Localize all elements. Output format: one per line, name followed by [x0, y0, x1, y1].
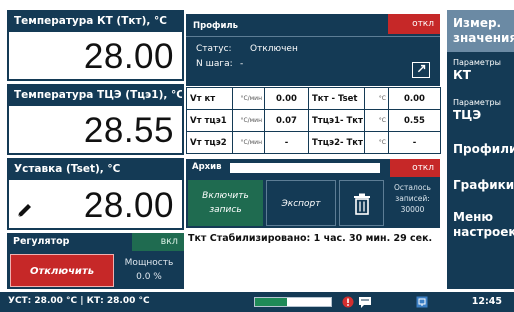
kt-temperature-value: 28.00 — [83, 37, 174, 76]
power-value: 0.0 % — [136, 272, 162, 282]
table-row: Vт тцэ2 °C/мин - Ттцэ2- Ткт °C - — [186, 131, 441, 154]
kt-temperature-title: Температура КТ (Ткт), °C — [9, 12, 182, 32]
remaining-records: Осталось записей: 30000 — [387, 180, 438, 226]
diff-value: - — [388, 131, 441, 154]
kt-temperature-panel: Температура КТ (Ткт), °C 28.00 — [7, 10, 184, 81]
table-row: Vт кт °C/мин 0.00 Ткт - Tset °C 0.00 — [186, 87, 441, 110]
menu-item-label: Графики — [453, 178, 514, 192]
delete-archive-button[interactable] — [339, 180, 384, 226]
regulator-disable-button[interactable]: Отключить — [10, 254, 114, 287]
message-icon[interactable] — [358, 296, 372, 308]
pencil-edit-icon[interactable] — [15, 202, 33, 220]
diff-value: 0.55 — [388, 109, 441, 132]
setpoint-title: Уставка (Tset), °C — [9, 160, 182, 180]
enable-recording-label-line1: Включить — [202, 191, 249, 201]
rate-name: Vт кт — [186, 87, 233, 110]
profile-step-label: N шага: — [196, 59, 233, 69]
status-text: УСТ: 28.00 °C | КТ: 28.00 °C — [8, 296, 150, 306]
menu-item-label: Профили — [453, 142, 514, 156]
tcz-temperature-panel: Температура ТЦЭ (Тцэ1), °C 28.55 — [7, 84, 184, 155]
side-menu: Измер. значения Параметры КТ Параметры Т… — [447, 10, 514, 289]
profile-status-label: Статус: — [196, 44, 232, 54]
menu-item-tcz-params[interactable]: Параметры ТЦЭ — [447, 98, 514, 136]
rate-name: Vт тцэ2 — [186, 131, 233, 154]
menu-item-charts[interactable]: Графики — [447, 178, 514, 208]
menu-item-label: настроек — [453, 225, 514, 239]
menu-item-label: ТЦЭ — [453, 108, 482, 122]
diff-unit: °C — [364, 131, 389, 154]
profile-title: Профиль — [193, 21, 239, 31]
status-progress-fill — [255, 298, 287, 306]
archive-panel: Архив откл Включить запись Экспорт Остал… — [186, 159, 440, 228]
rate-value: - — [264, 131, 309, 154]
setpoint-panel[interactable]: Уставка (Tset), °C 28.00 — [7, 158, 184, 230]
menu-item-profiles[interactable]: Профили — [447, 142, 514, 172]
power-label: Мощность — [124, 258, 174, 268]
rates-table: Vт кт °C/мин 0.00 Ткт - Tset °C 0.00 Vт … — [186, 87, 441, 154]
profile-panel: Профиль откл Статус: Отключен N шага: - — [186, 14, 440, 86]
table-row: Vт тцэ1 °C/мин 0.07 Ттцэ1- Ткт °C 0.55 — [186, 109, 441, 132]
rate-unit: °C/мин — [232, 87, 265, 110]
rate-value: 0.00 — [264, 87, 309, 110]
menu-item-sublabel: Параметры — [453, 98, 501, 107]
status-bar: УСТ: 28.00 °C | КТ: 28.00 °C 12:45 — [0, 292, 514, 312]
setpoint-value[interactable]: 28.00 — [84, 186, 174, 226]
export-button[interactable]: Экспорт — [266, 180, 336, 226]
archive-state-badge: откл — [390, 159, 440, 177]
stabilization-status: Ткт Стабилизировано: 1 час. 30 мин. 29 с… — [188, 233, 433, 244]
diff-unit: °C — [364, 87, 389, 110]
status-progress-bar — [254, 297, 332, 307]
enable-recording-button[interactable]: Включить запись — [188, 180, 263, 226]
archive-fill-bar — [230, 163, 380, 173]
diff-unit: °C — [364, 109, 389, 132]
diff-name: Ттцэ2- Ткт — [308, 131, 365, 154]
menu-item-label: КТ — [453, 68, 471, 82]
clock: 12:45 — [471, 296, 502, 307]
menu-item-settings[interactable]: Меню настроек — [447, 210, 514, 250]
diff-value: 0.00 — [388, 87, 441, 110]
menu-item-label: Измер. — [453, 16, 502, 30]
diff-name: Ттцэ1- Ткт — [308, 109, 365, 132]
menu-item-kt-params[interactable]: Параметры КТ — [447, 58, 514, 96]
menu-item-label: значения — [453, 31, 514, 45]
menu-item-label: Меню — [453, 210, 494, 224]
alert-icon[interactable] — [342, 296, 354, 308]
enable-recording-label-line2: запись — [209, 205, 242, 215]
profile-step-value: - — [240, 59, 244, 69]
network-icon[interactable] — [416, 296, 428, 308]
rate-unit: °C/мин — [232, 109, 265, 132]
profile-divider — [186, 36, 440, 37]
profile-status-value: Отключен — [250, 44, 298, 54]
tcz-temperature-title: Температура ТЦЭ (Тцэ1), °C — [9, 86, 182, 106]
rate-value: 0.07 — [264, 109, 309, 132]
menu-item-measured-values[interactable]: Измер. значения — [447, 10, 514, 52]
remaining-value: 30000 — [400, 205, 425, 214]
archive-title: Архив — [192, 162, 222, 172]
profile-state-badge: откл — [388, 14, 440, 34]
menu-item-sublabel: Параметры — [453, 58, 501, 67]
regulator-panel: Регулятор вкл Отключить Мощность 0.0 % — [7, 233, 184, 289]
remaining-label-line1: Осталось — [394, 183, 431, 192]
trash-icon — [353, 193, 370, 215]
regulator-state-badge: вкл — [132, 233, 184, 251]
tcz-temperature-value: 28.55 — [83, 111, 174, 150]
remaining-label-line2: записей: — [395, 194, 430, 203]
regulator-title: Регулятор — [13, 236, 70, 247]
rate-name: Vт тцэ1 — [186, 109, 233, 132]
rate-unit: °C/мин — [232, 131, 265, 154]
regulator-power: Мощность 0.0 % — [117, 254, 181, 287]
diff-name: Ткт - Tset — [308, 87, 365, 110]
expand-icon[interactable] — [412, 62, 430, 78]
